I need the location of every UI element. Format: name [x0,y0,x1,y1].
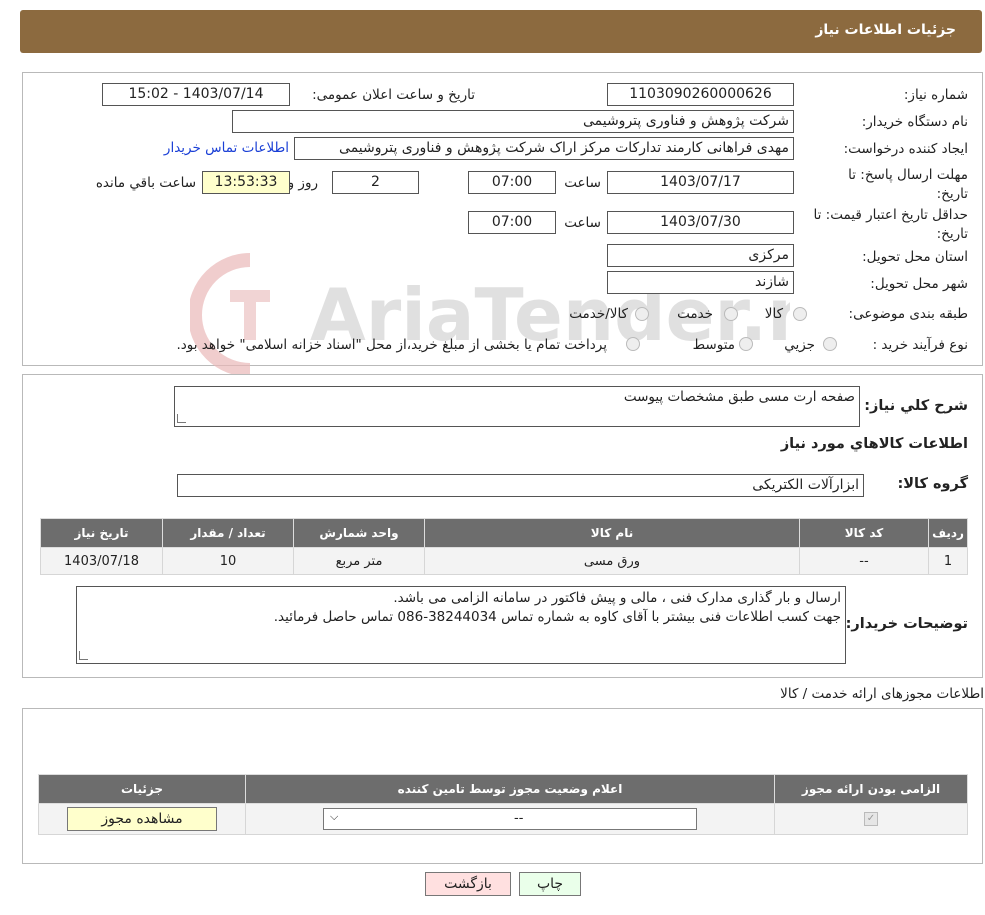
license-status-select[interactable]: -- ⌵ [323,808,697,830]
remaining-time-field: 13:53:33 [202,171,290,194]
page-title: جزئیات اطلاعات نیاز [815,22,956,38]
col-row: رديف [928,518,968,548]
licenses-table-wrap: الزامی بودن ارائه مجوز اعلام وضعیت مجوز … [38,774,968,835]
group-label: گروه كالا: [897,476,968,492]
buyer-org-label: نام دستگاه خریدار: [861,114,968,130]
treasury-checkbox[interactable] [626,337,640,351]
process-note: پرداخت تمام یا بخشی از مبلغ خرید،از محل … [176,337,607,353]
buyer-notes-line-2: جهت کسب اطلاعات فنی بیشتر با آقای کاوه ب… [273,609,841,625]
desc-textarea[interactable]: صفحه ارت مسی طبق مشخصات پیوست [174,386,860,427]
col-code: كد كالا [799,518,929,548]
category-radio-service[interactable] [724,307,738,321]
remaining-label: ساعت باقي مانده [95,175,196,191]
resize-grip-icon[interactable] [177,414,186,423]
cell-date: 1403/07/18 [40,547,163,575]
desc-label: شرح كلي نياز: [864,398,968,414]
days-field: 2 [332,171,419,194]
process-label: نوع فرآیند خرید : [872,337,968,353]
buyer-notes-label: توضیحات خریدار: [845,616,968,632]
goods-table-header: رديف كد كالا نام كالا واحد شمارش تعداد /… [40,518,968,548]
cell-status: -- ⌵ [245,803,775,835]
need-number-label: شماره نیاز: [903,87,968,103]
buyer-notes-line-1: ارسال و بار گذاری مدارک فنی ، مالی و پیش… [393,590,841,606]
group-field: ابزارآلات الکتریکی [177,474,864,497]
table-row: ✓ -- ⌵ مشاهده مجوز [38,803,968,835]
cell-code: -- [799,547,929,575]
buyer-contact-link[interactable]: اطلاعات تماس خریدار [164,140,289,156]
licenses-table: الزامی بودن ارائه مجوز اعلام وضعیت مجوز … [38,774,968,835]
validity-date-field: 1403/07/30 [607,211,794,234]
requester-label: ایجاد کننده درخواست: [843,141,968,157]
view-license-button[interactable]: مشاهده مجوز [67,807,217,831]
cell-details: مشاهده مجوز [38,803,246,835]
deadline-time-label: ساعت [564,175,601,191]
cell-row: 1 [928,547,968,575]
license-status-value: -- [514,811,524,826]
category-option-goods: کالا [764,306,783,322]
buyer-org-field: شرکت پژوهش و فناوری پتروشیمی [232,110,794,133]
table-row: 1 -- ورق مسی متر مربع 10 1403/07/18 [40,547,968,575]
chevron-down-icon: ⌵ [330,810,339,823]
page-header: جزئیات اطلاعات نیاز [20,10,982,53]
col-name: نام كالا [424,518,800,548]
process-radio-medium[interactable] [739,337,753,351]
cell-qty: 10 [162,547,294,575]
city-label: شهر محل تحویل: [870,276,968,292]
goods-title: اطلاعات كالاهاي مورد نياز [780,436,968,452]
city-field: شازند [607,271,794,294]
requester-field: مهدی فراهانی کارمند تدارکات مرکز اراک شر… [294,137,794,160]
desc-text: صفحه ارت مسی طبق مشخصات پیوست [623,389,855,405]
validity-time-field: 07:00 [468,211,556,234]
deadline-date-field: 1403/07/17 [607,171,794,194]
process-option-minor: جزیي [784,337,815,353]
category-option-service: خدمت [677,306,713,322]
need-number-field: 1103090260000626 [607,83,794,106]
col-status: اعلام وضعیت مجوز توسط تامین کننده [245,774,775,804]
province-field: مرکزی [607,244,794,267]
validity-time-label: ساعت [564,215,601,231]
goods-table: رديف كد كالا نام كالا واحد شمارش تعداد /… [40,518,968,575]
col-required: الزامی بودن ارائه مجوز [774,774,968,804]
col-date: تاریخ نیاز [40,518,163,548]
goods-table-wrap: رديف كد كالا نام كالا واحد شمارش تعداد /… [40,518,968,575]
category-label: طبقه بندی موضوعی: [848,306,968,322]
days-label: روز و [287,175,318,191]
col-details: جزئیات [38,774,246,804]
col-unit: واحد شمارش [293,518,425,548]
cell-name: ورق مسی [424,547,800,575]
category-radio-goods-service[interactable] [635,307,649,321]
process-option-medium: متوسط [692,337,735,353]
category-option-goods-service: کالا/خدمت [569,306,628,322]
category-radio-goods[interactable] [793,307,807,321]
cell-unit: متر مربع [293,547,425,575]
resize-grip-icon[interactable] [79,651,88,660]
announce-label: تاریخ و ساعت اعلان عمومی: [312,87,475,103]
required-checkbox[interactable]: ✓ [864,812,878,826]
buyer-notes-textarea[interactable]: ارسال و بار گذاری مدارک فنی ، مالی و پیش… [76,586,846,664]
deadline-time-field: 07:00 [468,171,556,194]
col-qty: تعداد / مقدار [162,518,294,548]
process-radio-minor[interactable] [823,337,837,351]
announce-field: 1403/07/14 - 15:02 [102,83,290,106]
validity-label: حداقل تاریخ اعتبار قیمت: تا تاریخ: [813,207,968,242]
deadline-label: مهلت ارسال پاسخ: تا تاریخ: [848,167,968,202]
province-label: استان محل تحویل: [862,249,968,265]
cell-required: ✓ [774,803,968,835]
back-button[interactable]: بازگشت [425,872,511,896]
print-button[interactable]: چاپ [519,872,581,896]
licenses-title: اطلاعات مجوزهای ارائه خدمت / کالا [780,686,984,702]
licenses-table-header: الزامی بودن ارائه مجوز اعلام وضعیت مجوز … [38,774,968,804]
